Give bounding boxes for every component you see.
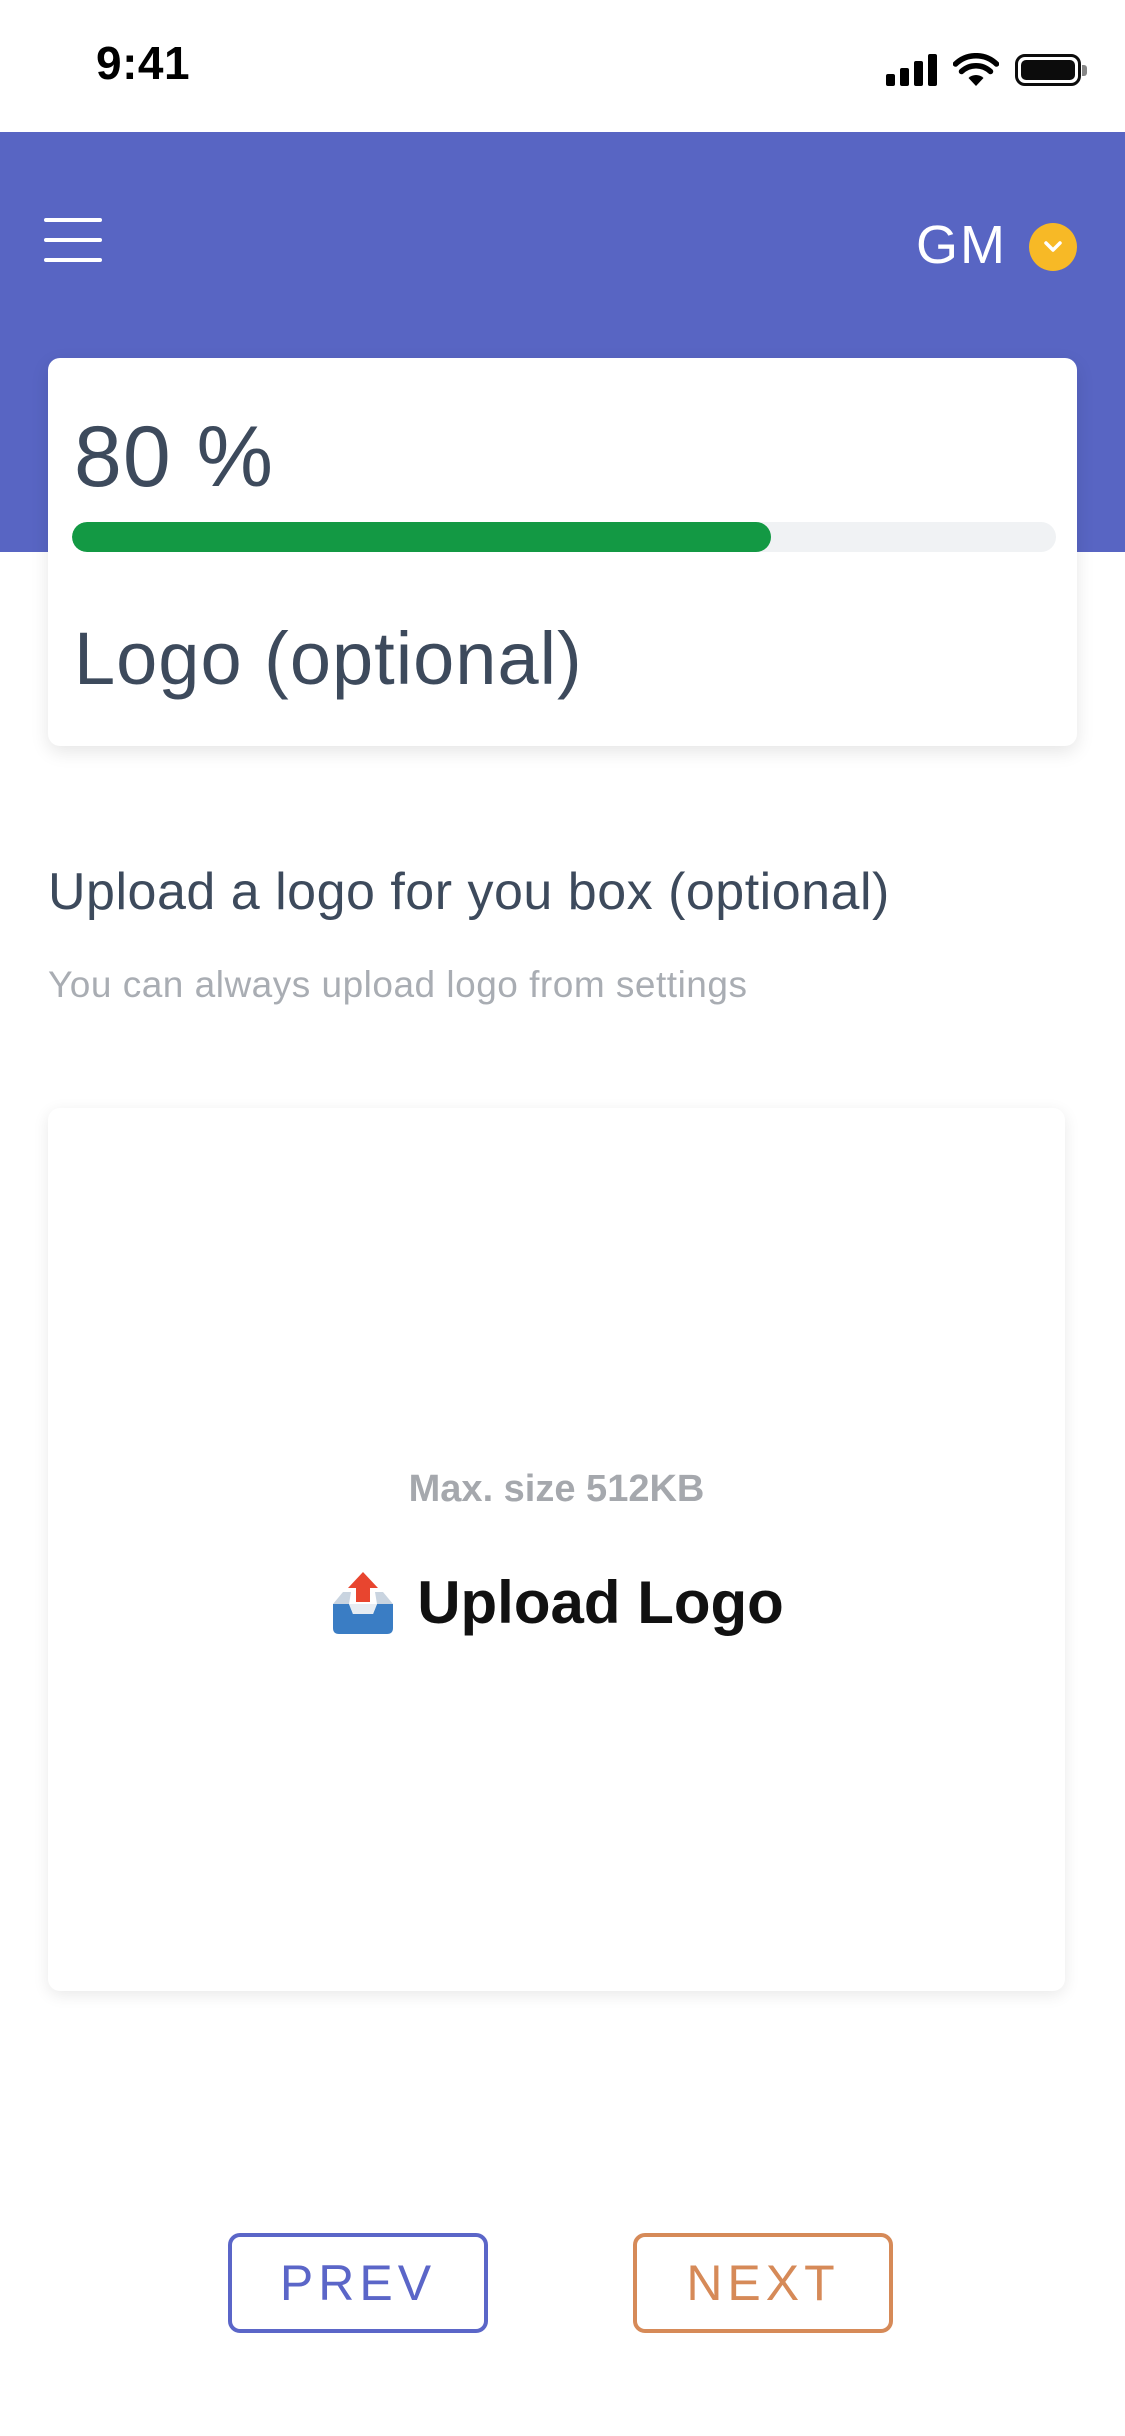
step-title: Logo (optional) — [74, 617, 583, 700]
user-initials: GM — [916, 215, 1007, 275]
progress-card: 80 % Logo (optional) — [48, 358, 1077, 746]
hamburger-menu-icon[interactable] — [44, 214, 106, 266]
next-button[interactable]: NEXT — [633, 2233, 893, 2333]
section-heading: Upload a logo for you box (optional) — [48, 863, 890, 921]
upload-logo-button[interactable]: Upload Logo — [48, 1568, 1065, 1637]
page: 9:41 GM 80 % Logo (optional) Upload a lo… — [0, 0, 1125, 2436]
prev-button[interactable]: PREV — [228, 2233, 488, 2333]
status-icons — [886, 50, 1087, 90]
user-menu[interactable]: GM — [916, 205, 1077, 285]
battery-icon — [1015, 54, 1087, 86]
progress-bar — [72, 522, 1056, 552]
progress-bar-fill — [72, 522, 771, 552]
upload-logo-label: Upload Logo — [417, 1569, 784, 1636]
max-size-label: Max. size 512KB — [408, 1468, 705, 1510]
wifi-icon — [953, 53, 999, 86]
status-time: 9:41 — [96, 37, 191, 89]
outbox-tray-icon — [333, 1571, 394, 1634]
cellular-signal-icon — [886, 54, 937, 86]
section-subheading: You can always upload logo from settings — [48, 964, 748, 1005]
progress-percent: 80 % — [74, 409, 275, 505]
status-bar: 9:41 — [0, 0, 1125, 132]
logo-upload-dropzone[interactable]: Max. size 512KB Upload Logo — [48, 1108, 1065, 1991]
chevron-down-icon[interactable] — [1029, 223, 1077, 271]
